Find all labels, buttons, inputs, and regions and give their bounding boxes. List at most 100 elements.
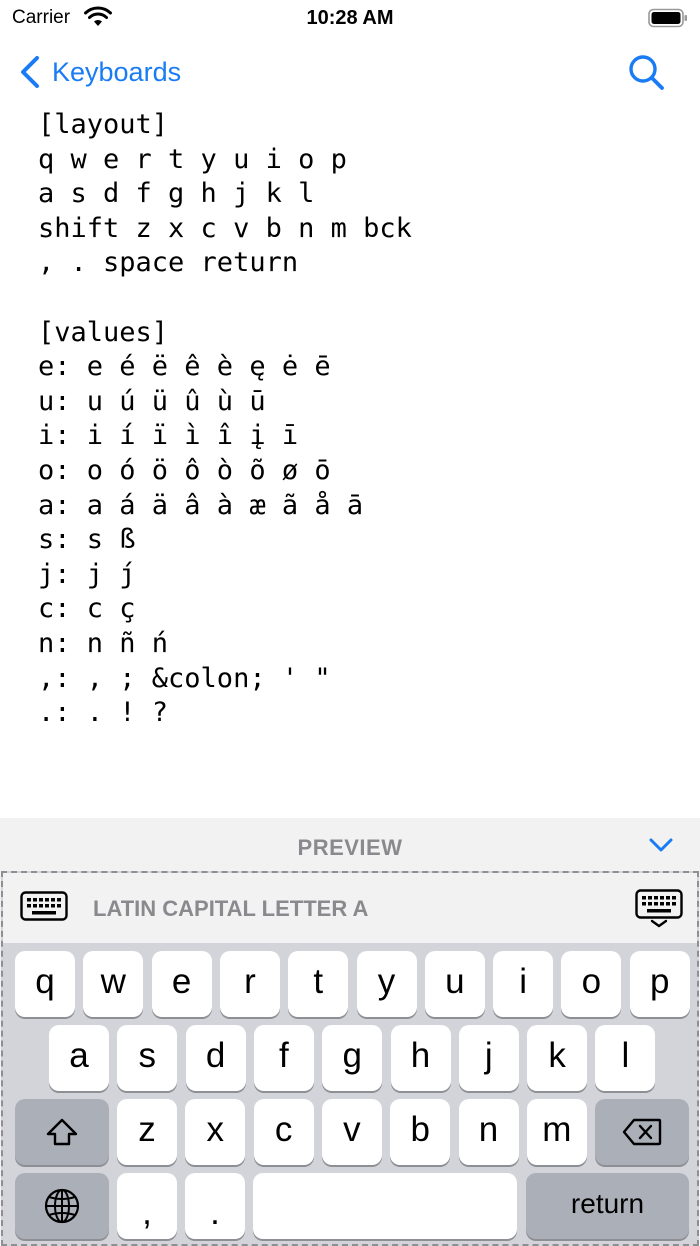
key-label: x: [206, 1110, 225, 1149]
key-label: y: [377, 962, 396, 1001]
character-info-bar: LATIN CAPITAL LETTER A: [3, 873, 697, 943]
key-label: p: [649, 962, 670, 1001]
editor-line: q w e r t y u i o p: [38, 143, 347, 175]
preview-header: PREVIEW: [0, 818, 700, 872]
period-key[interactable]: .: [185, 1173, 245, 1239]
search-icon[interactable]: [626, 52, 666, 92]
preview-title: PREVIEW: [297, 835, 403, 860]
key-f[interactable]: f: [253, 1025, 314, 1091]
key-label: f: [279, 1036, 289, 1075]
key-s[interactable]: s: [117, 1025, 178, 1091]
keyboard-dismiss-icon[interactable]: [635, 889, 683, 929]
key-label: .: [210, 1193, 220, 1232]
key-l[interactable]: l: [595, 1025, 656, 1091]
key-c[interactable]: c: [253, 1099, 314, 1165]
key-label: u: [445, 962, 465, 1001]
key-w[interactable]: w: [83, 951, 144, 1017]
character-name: LATIN CAPITAL LETTER A: [93, 896, 369, 921]
key-label: n: [478, 1110, 499, 1149]
editor-line: e: e é ë ê è ę ė ē: [38, 351, 331, 383]
key-g[interactable]: g: [322, 1025, 383, 1091]
key-label: i: [519, 962, 527, 1001]
editor-line: s: s ß: [38, 524, 136, 556]
key-label: d: [205, 1036, 226, 1075]
globe-icon: [44, 1188, 80, 1224]
key-label: v: [343, 1110, 361, 1149]
key-a[interactable]: a: [49, 1025, 109, 1091]
editor-line: [layout]: [38, 109, 169, 140]
key-p[interactable]: p: [629, 951, 690, 1017]
key-label: ,: [142, 1193, 152, 1232]
editor-line: [values]: [38, 316, 169, 348]
key-t[interactable]: t: [288, 951, 349, 1017]
key-label: c: [274, 1110, 293, 1149]
globe-key[interactable]: [15, 1173, 109, 1239]
editor-line: c: c ç: [38, 593, 136, 625]
editor-line: n: n ñ ń: [38, 627, 169, 659]
editor-line: .: . ! ?: [38, 697, 169, 729]
editor-line: o: o ó ö ô ò õ ø ō: [38, 454, 331, 486]
key-label: e: [171, 962, 192, 1001]
nav-bar: Keyboards: [0, 44, 700, 100]
back-button[interactable]: Keyboards: [18, 52, 181, 92]
key-v[interactable]: v: [321, 1099, 382, 1165]
key-label: g: [342, 1036, 362, 1075]
back-button-label: Keyboards: [52, 56, 182, 87]
status-bar: Carrier 10:28 AM: [0, 0, 700, 38]
editor-line: ,: , ; &colon; ' ": [38, 662, 331, 694]
key-n[interactable]: n: [458, 1099, 519, 1165]
key-label: q: [35, 962, 55, 1001]
key-label: b: [410, 1110, 430, 1149]
key-e[interactable]: e: [151, 951, 212, 1017]
key-u[interactable]: u: [424, 951, 485, 1017]
key-x[interactable]: x: [185, 1099, 246, 1165]
keyboard-preview: LATIN CAPITAL LETTER A q w e r t y u i o p a s d f g h j…: [1, 871, 699, 1246]
comma-key[interactable]: ,: [117, 1173, 177, 1239]
battery-icon: [648, 8, 687, 28]
status-time: 10:28 AM: [306, 7, 394, 29]
key-k[interactable]: k: [527, 1025, 588, 1091]
key-m[interactable]: m: [526, 1099, 587, 1165]
key-label: l: [621, 1036, 630, 1075]
key-label: return: [570, 1188, 645, 1219]
space-key[interactable]: [253, 1173, 517, 1239]
key-label: w: [100, 962, 126, 1001]
return-key[interactable]: return: [526, 1173, 689, 1239]
key-label: k: [548, 1036, 566, 1075]
editor-line: shift z x c v b n m bck: [38, 212, 412, 244]
shift-key[interactable]: [15, 1099, 109, 1165]
key-b[interactable]: b: [390, 1099, 451, 1165]
key-label: r: [244, 962, 256, 1001]
key-q[interactable]: q: [15, 951, 75, 1017]
key-label: t: [313, 962, 324, 1001]
layout-text-editor[interactable]: [layout] q w e r t y u i o pa s d f g h j…: [38, 108, 678, 808]
editor-line: , . space return: [38, 247, 299, 279]
key-label: h: [410, 1036, 431, 1075]
chevron-left-icon: [21, 56, 39, 88]
editor-line: u: u ú ü û ù ū: [38, 385, 266, 417]
delete-icon: [622, 1118, 662, 1146]
editor-line: i: i í ï ì î į ī: [38, 420, 299, 452]
key-o[interactable]: o: [561, 951, 622, 1017]
backspace-key[interactable]: [595, 1099, 689, 1165]
key-i[interactable]: i: [493, 951, 554, 1017]
key-z[interactable]: z: [117, 1099, 177, 1165]
key-label: a: [69, 1036, 89, 1075]
keyboard-icon[interactable]: [20, 891, 68, 921]
preview-panel: PREVIEW LATIN CAPITAL LETTER A q w e r t…: [0, 818, 700, 1246]
key-label: s: [138, 1036, 157, 1075]
key-label: m: [542, 1110, 572, 1149]
key-d[interactable]: d: [185, 1025, 246, 1091]
editor-line: a s d f g h j k l: [38, 178, 315, 210]
shift-icon: [46, 1118, 78, 1146]
chevron-down-icon[interactable]: [648, 836, 674, 854]
key-j[interactable]: j: [458, 1025, 519, 1091]
key-r[interactable]: r: [219, 951, 280, 1017]
key-label: z: [138, 1110, 156, 1149]
key-label: j: [484, 1036, 493, 1075]
key-h[interactable]: h: [390, 1025, 451, 1091]
editor-line: j: j ȷ́: [38, 558, 136, 590]
editor-line: a: a á ä â à æ ã å ā: [38, 489, 364, 521]
key-y[interactable]: y: [356, 951, 417, 1017]
